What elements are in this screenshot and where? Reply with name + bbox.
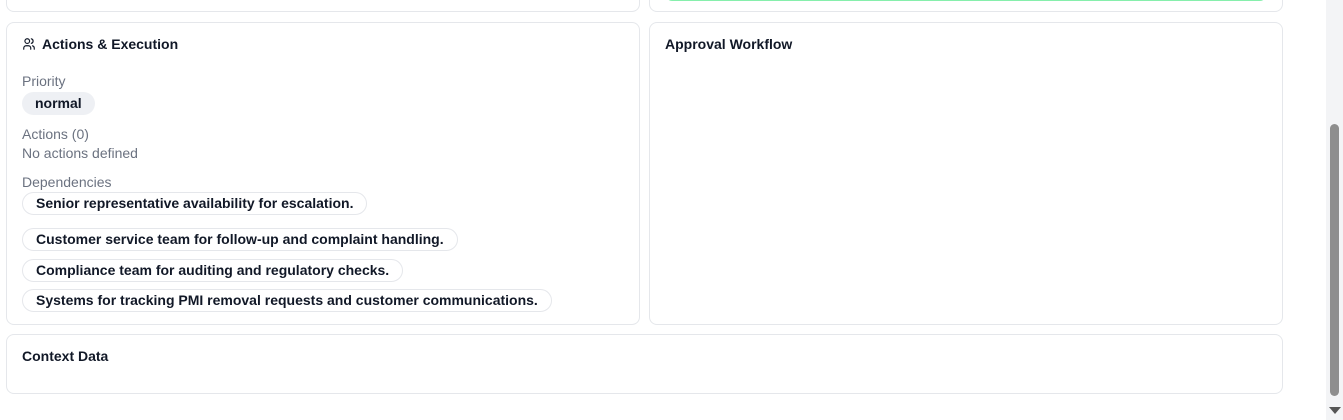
success-banner (666, 0, 1266, 1)
users-icon (23, 38, 35, 50)
priority-label: Priority (22, 73, 66, 89)
approval-workflow-card: Approval Workflow (649, 22, 1283, 325)
actions-empty-text: No actions defined (22, 145, 138, 161)
scroll-down-arrow-icon[interactable] (1329, 407, 1341, 414)
approval-card-title: Approval Workflow (665, 36, 793, 52)
actions-execution-card: Actions & Execution Priority normal Acti… (6, 22, 640, 325)
dependencies-label: Dependencies (22, 174, 112, 190)
dependency-tag: Compliance team for auditing and regulat… (22, 259, 404, 282)
approval-card-header: Approval Workflow (665, 36, 792, 52)
context-data-card: Context Data (6, 334, 1283, 394)
dependency-tag: Systems for tracking PMI removal request… (22, 289, 552, 312)
scrollbar-thumb[interactable] (1330, 124, 1339, 396)
context-card-header: Context Data (22, 348, 108, 364)
context-card-title: Context Data (22, 348, 109, 364)
dependency-tag: Customer service team for follow-up and … (22, 228, 458, 251)
vertical-scrollbar[interactable] (1326, 0, 1343, 420)
actions-card-header: Actions & Execution (22, 36, 178, 52)
previous-card-left (6, 0, 640, 12)
dependency-tag: Senior representative availability for e… (22, 192, 368, 215)
previous-card-right (649, 0, 1283, 12)
actions-card-title: Actions & Execution (42, 36, 179, 52)
actions-label: Actions (0) (22, 126, 89, 142)
priority-badge: normal (22, 92, 95, 115)
